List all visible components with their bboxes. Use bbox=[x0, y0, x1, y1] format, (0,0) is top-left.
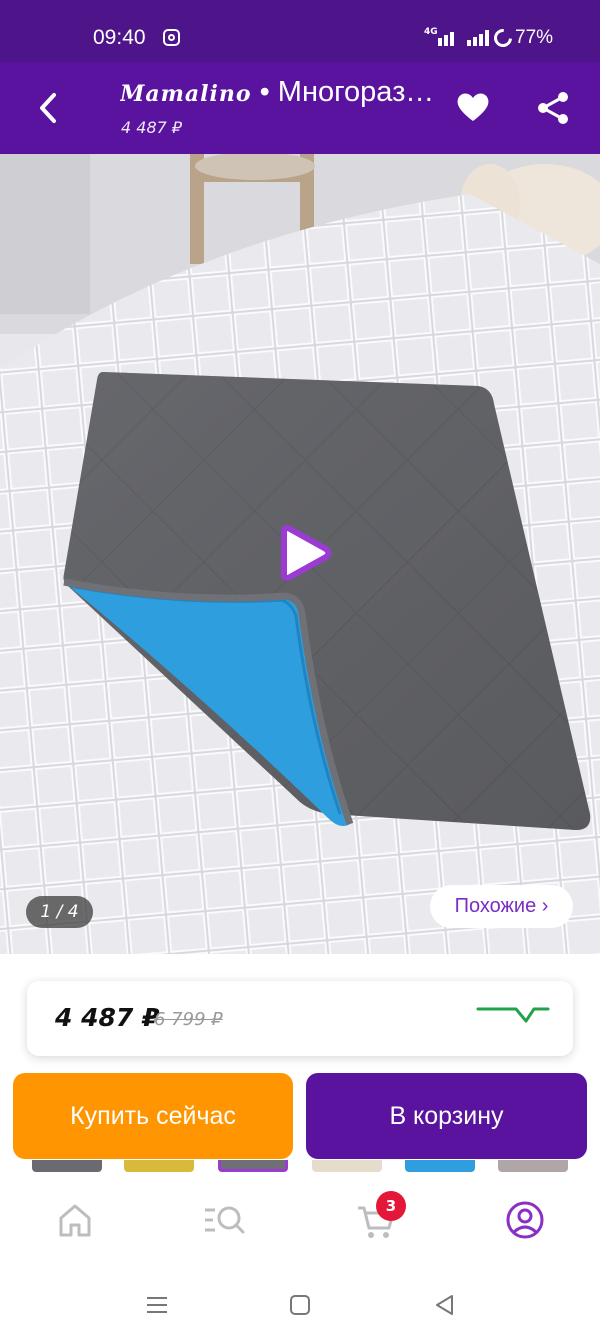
recents-icon[interactable] bbox=[144, 1292, 170, 1318]
battery-icon bbox=[490, 25, 516, 51]
price-card: 4 487 ₽ 6 799 ₽ bbox=[27, 981, 573, 1056]
instagram-icon bbox=[163, 29, 180, 46]
thumbnail[interactable] bbox=[218, 1160, 288, 1172]
old-price: 6 799 ₽ bbox=[154, 1009, 223, 1030]
similar-button[interactable]: Похожие › bbox=[430, 885, 573, 928]
status-bar: 09:40 4G 77% bbox=[0, 0, 600, 62]
play-icon[interactable] bbox=[274, 524, 332, 582]
app-header: Mamalino • Многоразовая пеленка 4 487 ₽ bbox=[0, 62, 600, 154]
product-name: • Многоразовая пеленка bbox=[259, 76, 438, 108]
buy-now-button[interactable]: Купить сейчас bbox=[13, 1073, 293, 1159]
thumbnail[interactable] bbox=[405, 1160, 475, 1172]
back-icon[interactable] bbox=[34, 90, 64, 126]
product-image[interactable]: 1 / 4 Похожие › bbox=[0, 154, 600, 954]
profile-icon[interactable] bbox=[503, 1198, 547, 1242]
heart-icon[interactable] bbox=[455, 90, 491, 124]
thumbnail[interactable] bbox=[32, 1160, 102, 1172]
thumbnail[interactable] bbox=[498, 1160, 568, 1172]
share-icon[interactable] bbox=[535, 90, 571, 126]
header-price: 4 487 ₽ bbox=[121, 118, 183, 137]
current-price: 4 487 ₽ bbox=[55, 1003, 160, 1032]
back-triangle-icon[interactable] bbox=[432, 1292, 458, 1318]
brand-name: Mamalino bbox=[120, 81, 252, 107]
thumbnail-strip[interactable] bbox=[0, 1160, 600, 1172]
image-counter: 1 / 4 bbox=[26, 896, 93, 928]
price-history-chart-icon[interactable] bbox=[476, 1003, 550, 1025]
status-time: 09:40 bbox=[93, 26, 146, 49]
catalog-search-icon[interactable] bbox=[203, 1198, 247, 1242]
thumbnail[interactable] bbox=[124, 1160, 194, 1172]
system-nav bbox=[0, 1272, 600, 1339]
add-to-cart-button[interactable]: В корзину bbox=[306, 1073, 587, 1159]
bottom-nav bbox=[0, 1172, 600, 1272]
thumbnail[interactable] bbox=[312, 1160, 382, 1172]
home-square-icon[interactable] bbox=[287, 1292, 313, 1318]
home-icon[interactable] bbox=[53, 1198, 97, 1242]
battery-level: 77% bbox=[515, 27, 554, 48]
cart-count-badge: 3 bbox=[376, 1191, 406, 1221]
network-type: 4G bbox=[424, 27, 438, 37]
page-title: Mamalino • Многоразовая пеленка bbox=[120, 76, 438, 109]
